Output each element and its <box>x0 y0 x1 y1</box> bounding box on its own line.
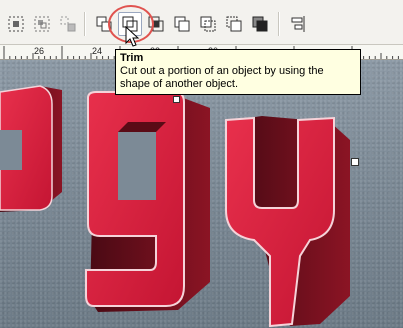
tooltip-description: Cut out a portion of an object by using … <box>120 65 324 90</box>
front-minus-back-button[interactable] <box>196 12 220 36</box>
ungroup-icon <box>60 16 76 32</box>
simplify-button[interactable] <box>170 12 194 36</box>
selection-handle[interactable] <box>173 96 180 103</box>
trim-tooltip: Trim Cut out a portion of an object by u… <box>115 49 361 95</box>
back-minus-front-button[interactable] <box>222 12 246 36</box>
simplify-icon <box>174 16 190 32</box>
dashed-select-icon <box>8 16 24 32</box>
ruler-label-24: 24 <box>92 46 103 56</box>
group-button[interactable] <box>30 12 54 36</box>
ruler-label-26: 26 <box>34 46 45 56</box>
create-boundary-icon <box>252 16 268 32</box>
group-icon <box>34 16 50 32</box>
letter-o-partial <box>0 85 62 212</box>
shaping-toolbar <box>0 0 403 45</box>
letter-y <box>225 116 350 328</box>
toolbar-separator <box>278 12 280 36</box>
ogy-3d-artwork[interactable] <box>0 60 403 328</box>
align-distribute-icon <box>291 16 305 32</box>
letter-g <box>85 91 210 312</box>
drawing-canvas[interactable] <box>0 60 403 328</box>
back-minus-front-icon <box>226 16 242 32</box>
toolbar-separator <box>84 12 86 36</box>
create-boundary-button[interactable] <box>248 12 272 36</box>
ungroup-button[interactable] <box>56 12 80 36</box>
select-objects-button[interactable] <box>4 12 28 36</box>
selection-handle[interactable] <box>351 158 359 166</box>
front-minus-back-icon <box>200 16 216 32</box>
mouse-pointer-icon <box>125 26 140 47</box>
tooltip-title: Trim <box>120 52 144 64</box>
align-distribute-button[interactable] <box>286 12 310 36</box>
